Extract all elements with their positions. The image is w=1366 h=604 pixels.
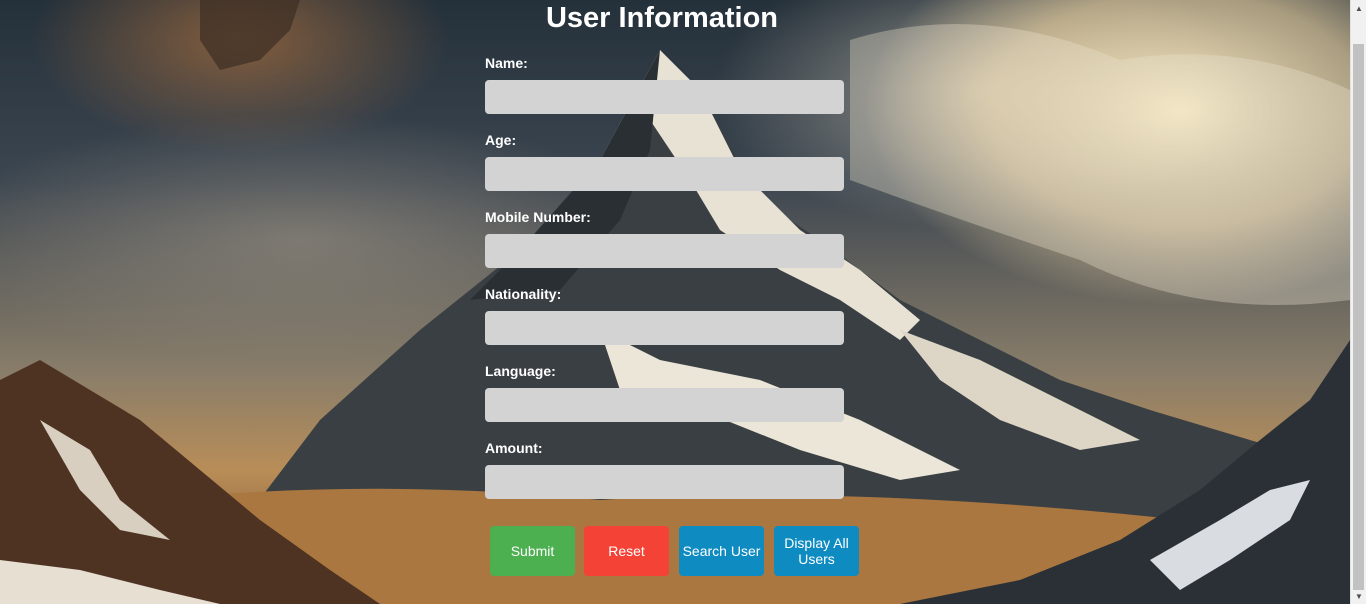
- scroll-up-arrow-icon[interactable]: ▲: [1351, 0, 1366, 16]
- mobile-number-input[interactable]: [485, 234, 844, 268]
- nationality-label: Nationality:: [485, 286, 562, 302]
- vertical-scrollbar[interactable]: ▲ ▼: [1350, 0, 1366, 604]
- display-all-users-button[interactable]: Display All Users: [774, 526, 859, 576]
- submit-button[interactable]: Submit: [490, 526, 575, 576]
- age-input[interactable]: [485, 157, 844, 191]
- amount-input[interactable]: [485, 465, 844, 499]
- language-input[interactable]: [485, 388, 844, 422]
- scroll-down-arrow-icon[interactable]: ▼: [1351, 588, 1366, 604]
- nationality-input[interactable]: [485, 311, 844, 345]
- amount-label: Amount:: [485, 440, 543, 456]
- scrollbar-thumb[interactable]: [1353, 44, 1364, 590]
- name-input[interactable]: [485, 80, 844, 114]
- page-title: User Information: [545, 2, 779, 34]
- search-user-button[interactable]: Search User: [679, 526, 764, 576]
- mobile-number-label: Mobile Number:: [485, 209, 591, 225]
- age-label: Age:: [485, 132, 517, 148]
- language-label: Language:: [485, 363, 556, 379]
- name-label: Name:: [485, 55, 528, 71]
- reset-button[interactable]: Reset: [584, 526, 669, 576]
